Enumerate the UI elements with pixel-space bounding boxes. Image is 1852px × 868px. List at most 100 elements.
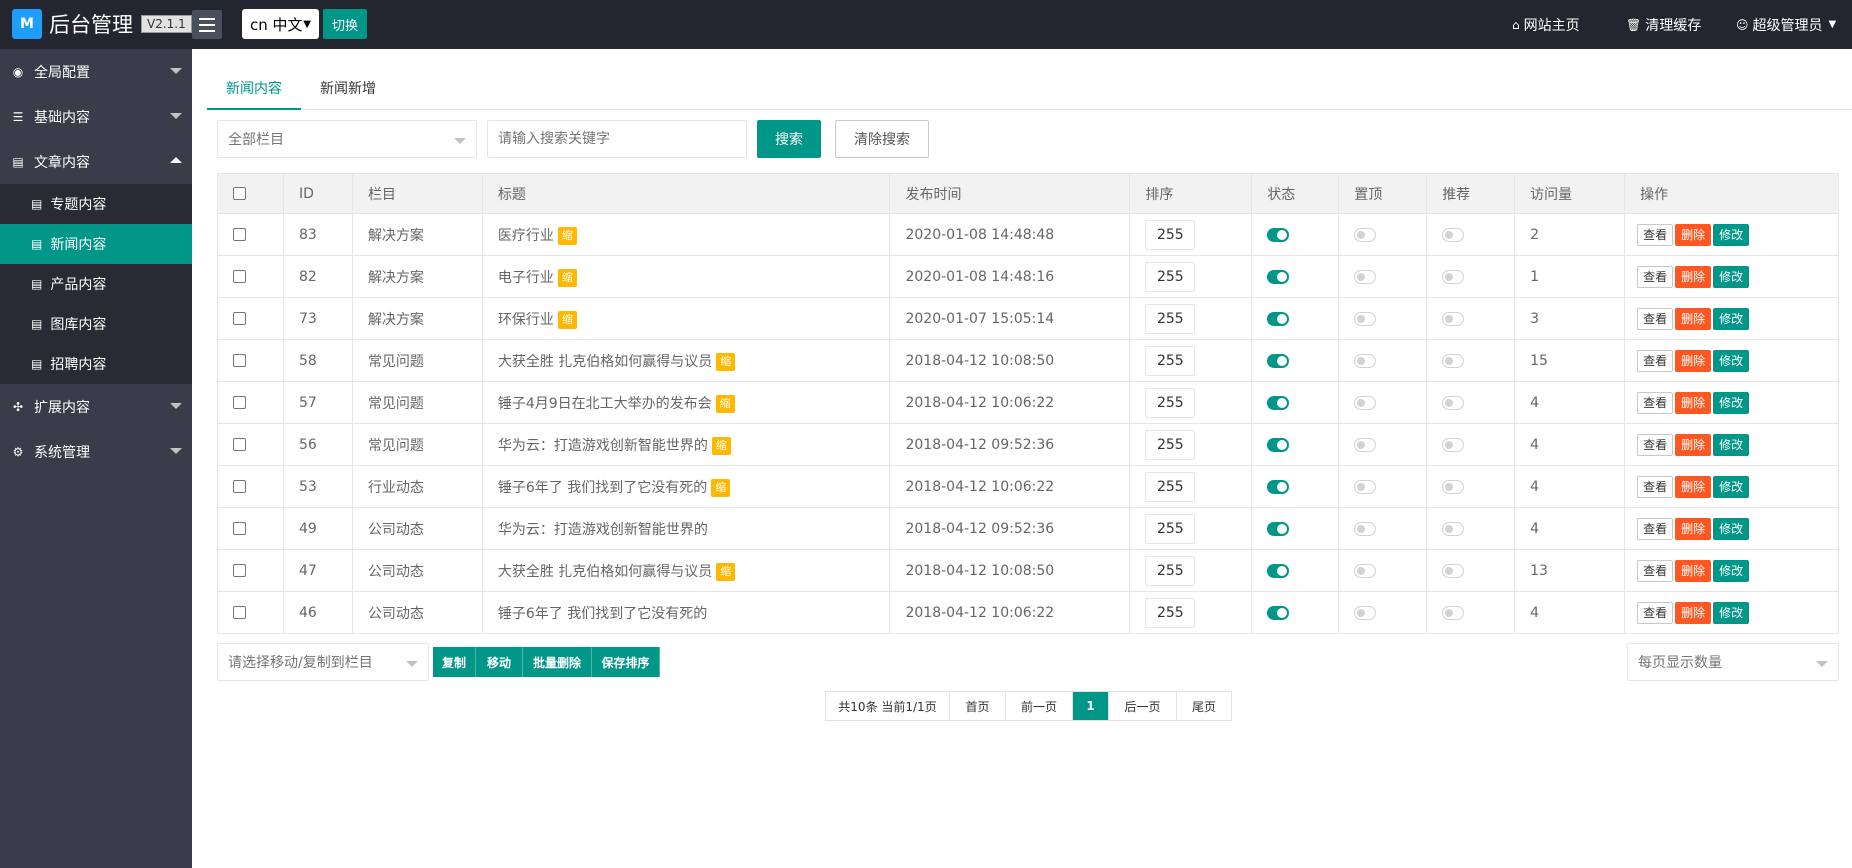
search-input[interactable] <box>487 120 747 158</box>
status-toggle[interactable] <box>1267 311 1290 326</box>
recommend-toggle[interactable] <box>1442 269 1465 284</box>
delete-button[interactable]: 删除 <box>1675 349 1712 372</box>
site-home-link[interactable]: ⌂ 网站主页 <box>1512 0 1580 49</box>
delete-button[interactable]: 删除 <box>1675 475 1712 498</box>
recommend-toggle[interactable] <box>1442 521 1465 536</box>
view-button[interactable]: 查看 <box>1637 433 1674 456</box>
pager-next[interactable]: 后一页 <box>1109 692 1177 720</box>
recommend-toggle[interactable] <box>1442 479 1465 494</box>
select-all-checkbox[interactable] <box>233 187 246 200</box>
copy-button[interactable]: 复制 <box>433 647 476 677</box>
sort-input[interactable]: 255 <box>1145 303 1196 334</box>
edit-button[interactable]: 修改 <box>1713 391 1750 414</box>
view-button[interactable]: 查看 <box>1637 265 1674 288</box>
top-toggle[interactable] <box>1354 605 1377 620</box>
sort-input[interactable]: 255 <box>1145 219 1196 250</box>
status-toggle[interactable] <box>1267 353 1290 368</box>
tab-news-content[interactable]: 新闻内容 <box>207 72 301 110</box>
batch-delete-button[interactable]: 批量删除 <box>523 647 592 677</box>
delete-button[interactable]: 删除 <box>1675 433 1712 456</box>
status-toggle[interactable] <box>1267 395 1290 410</box>
search-button[interactable]: 搜索 <box>757 120 821 158</box>
row-checkbox[interactable] <box>233 522 246 535</box>
move-copy-target-select[interactable]: 请选择移动/复制到栏目 <box>217 643 429 681</box>
edit-button[interactable]: 修改 <box>1713 307 1750 330</box>
sidebar-item-basic-content[interactable]: ☰ 基础内容 <box>0 94 192 139</box>
recommend-toggle[interactable] <box>1442 353 1465 368</box>
logo[interactable]: M 后台管理 V2.1.1 <box>12 9 192 39</box>
sort-input[interactable]: 255 <box>1145 429 1196 460</box>
sort-input[interactable]: 255 <box>1145 345 1196 376</box>
clear-search-button[interactable]: 清除搜索 <box>835 120 929 158</box>
clear-cache-link[interactable]: 🗑 清理缓存 <box>1626 0 1701 49</box>
edit-button[interactable]: 修改 <box>1713 433 1750 456</box>
view-button[interactable]: 查看 <box>1637 349 1674 372</box>
delete-button[interactable]: 删除 <box>1675 559 1712 582</box>
delete-button[interactable]: 删除 <box>1675 517 1712 540</box>
edit-button[interactable]: 修改 <box>1713 265 1750 288</box>
sort-input[interactable]: 255 <box>1145 387 1196 418</box>
recommend-toggle[interactable] <box>1442 311 1465 326</box>
view-button[interactable]: 查看 <box>1637 475 1674 498</box>
sidebar-item-extension-content[interactable]: ✣ 扩展内容 <box>0 384 192 429</box>
row-checkbox[interactable] <box>233 312 246 325</box>
status-toggle[interactable] <box>1267 479 1290 494</box>
top-toggle[interactable] <box>1354 353 1377 368</box>
row-checkbox[interactable] <box>233 606 246 619</box>
tab-news-add[interactable]: 新闻新增 <box>301 72 395 110</box>
language-select[interactable]: cn 中文 ▼ <box>242 9 319 39</box>
view-button[interactable]: 查看 <box>1637 307 1674 330</box>
sidebar-subitem-gallery[interactable]: ▤ 图库内容 <box>0 304 192 344</box>
sidebar-subitem-recruit[interactable]: ▤ 招聘内容 <box>0 344 192 384</box>
sort-input[interactable]: 255 <box>1145 555 1196 586</box>
top-toggle[interactable] <box>1354 227 1377 242</box>
sort-input[interactable]: 255 <box>1145 261 1196 292</box>
recommend-toggle[interactable] <box>1442 227 1465 242</box>
row-checkbox[interactable] <box>233 438 246 451</box>
column-filter-select[interactable]: 全部栏目 <box>217 120 477 158</box>
row-checkbox[interactable] <box>233 480 246 493</box>
top-toggle[interactable] <box>1354 311 1377 326</box>
row-checkbox[interactable] <box>233 564 246 577</box>
top-toggle[interactable] <box>1354 521 1377 536</box>
edit-button[interactable]: 修改 <box>1713 559 1750 582</box>
sort-input[interactable]: 255 <box>1145 471 1196 502</box>
edit-button[interactable]: 修改 <box>1713 517 1750 540</box>
edit-button[interactable]: 修改 <box>1713 349 1750 372</box>
delete-button[interactable]: 删除 <box>1675 391 1712 414</box>
status-toggle[interactable] <box>1267 269 1290 284</box>
sidebar-subitem-product[interactable]: ▤ 产品内容 <box>0 264 192 304</box>
delete-button[interactable]: 删除 <box>1675 265 1712 288</box>
top-toggle[interactable] <box>1354 437 1377 452</box>
pager-last[interactable]: 尾页 <box>1177 692 1231 720</box>
pager-prev[interactable]: 前一页 <box>1006 692 1073 720</box>
edit-button[interactable]: 修改 <box>1713 475 1750 498</box>
menu-toggle-button[interactable] <box>192 10 222 39</box>
row-checkbox[interactable] <box>233 396 246 409</box>
status-toggle[interactable] <box>1267 521 1290 536</box>
row-checkbox[interactable] <box>233 228 246 241</box>
recommend-toggle[interactable] <box>1442 395 1465 410</box>
sort-input[interactable]: 255 <box>1145 513 1196 544</box>
sidebar-item-article-content[interactable]: ▤ 文章内容 <box>0 139 192 184</box>
top-toggle[interactable] <box>1354 269 1377 284</box>
row-checkbox[interactable] <box>233 354 246 367</box>
recommend-toggle[interactable] <box>1442 605 1465 620</box>
recommend-toggle[interactable] <box>1442 437 1465 452</box>
sort-input[interactable]: 255 <box>1145 597 1196 628</box>
top-toggle[interactable] <box>1354 479 1377 494</box>
edit-button[interactable]: 修改 <box>1713 601 1750 624</box>
admin-menu[interactable]: ☺ 超级管理员 ▼ <box>1736 0 1836 49</box>
top-toggle[interactable] <box>1354 395 1377 410</box>
recommend-toggle[interactable] <box>1442 563 1465 578</box>
row-checkbox[interactable] <box>233 270 246 283</box>
delete-button[interactable]: 删除 <box>1675 307 1712 330</box>
view-button[interactable]: 查看 <box>1637 223 1674 246</box>
status-toggle[interactable] <box>1267 563 1290 578</box>
status-toggle[interactable] <box>1267 227 1290 242</box>
top-toggle[interactable] <box>1354 563 1377 578</box>
switch-language-button[interactable]: 切换 <box>323 9 367 39</box>
move-button[interactable]: 移动 <box>476 647 523 677</box>
sidebar-subitem-topic[interactable]: ▤ 专题内容 <box>0 184 192 224</box>
sidebar-item-global-config[interactable]: ◉ 全局配置 <box>0 49 192 94</box>
